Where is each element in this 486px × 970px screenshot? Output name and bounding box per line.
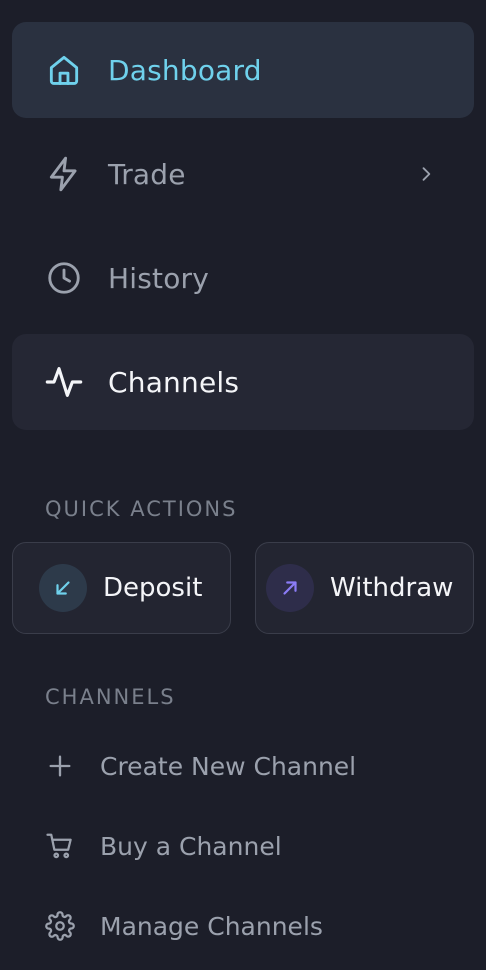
withdraw-label: Withdraw [330, 573, 454, 603]
create-channel-label: Create New Channel [100, 751, 357, 781]
clock-icon [44, 258, 84, 298]
gear-icon [44, 910, 76, 942]
plus-icon [44, 750, 76, 782]
nav-item-label: Channels [108, 365, 240, 399]
withdraw-button[interactable]: Withdraw [255, 542, 474, 634]
channels-heading: CHANNELS [45, 685, 176, 709]
home-icon [44, 50, 84, 90]
nav-item-trade[interactable]: Trade [12, 126, 474, 222]
lightning-icon [44, 154, 84, 194]
deposit-button[interactable]: Deposit [12, 542, 231, 634]
nav-item-label: History [108, 261, 210, 295]
quick-actions-heading: QUICK ACTIONS [45, 497, 238, 521]
nav-item-dashboard[interactable]: Dashboard [12, 22, 474, 118]
nav-item-history[interactable]: History [12, 230, 474, 326]
manage-channels-link[interactable]: Manage Channels [44, 904, 464, 948]
activity-icon [44, 362, 84, 402]
arrow-down-left-icon [39, 564, 87, 612]
cart-icon [44, 830, 76, 862]
nav-item-label: Trade [108, 157, 186, 191]
buy-channel-link[interactable]: Buy a Channel [44, 824, 464, 868]
deposit-label: Deposit [103, 573, 203, 603]
nav-item-label: Dashboard [108, 53, 262, 87]
manage-channels-label: Manage Channels [100, 911, 323, 941]
chevron-right-icon [414, 162, 438, 186]
arrow-up-right-icon [266, 564, 314, 612]
create-channel-link[interactable]: Create New Channel [44, 744, 464, 788]
buy-channel-label: Buy a Channel [100, 831, 282, 861]
nav-item-channels[interactable]: Channels [12, 334, 474, 430]
